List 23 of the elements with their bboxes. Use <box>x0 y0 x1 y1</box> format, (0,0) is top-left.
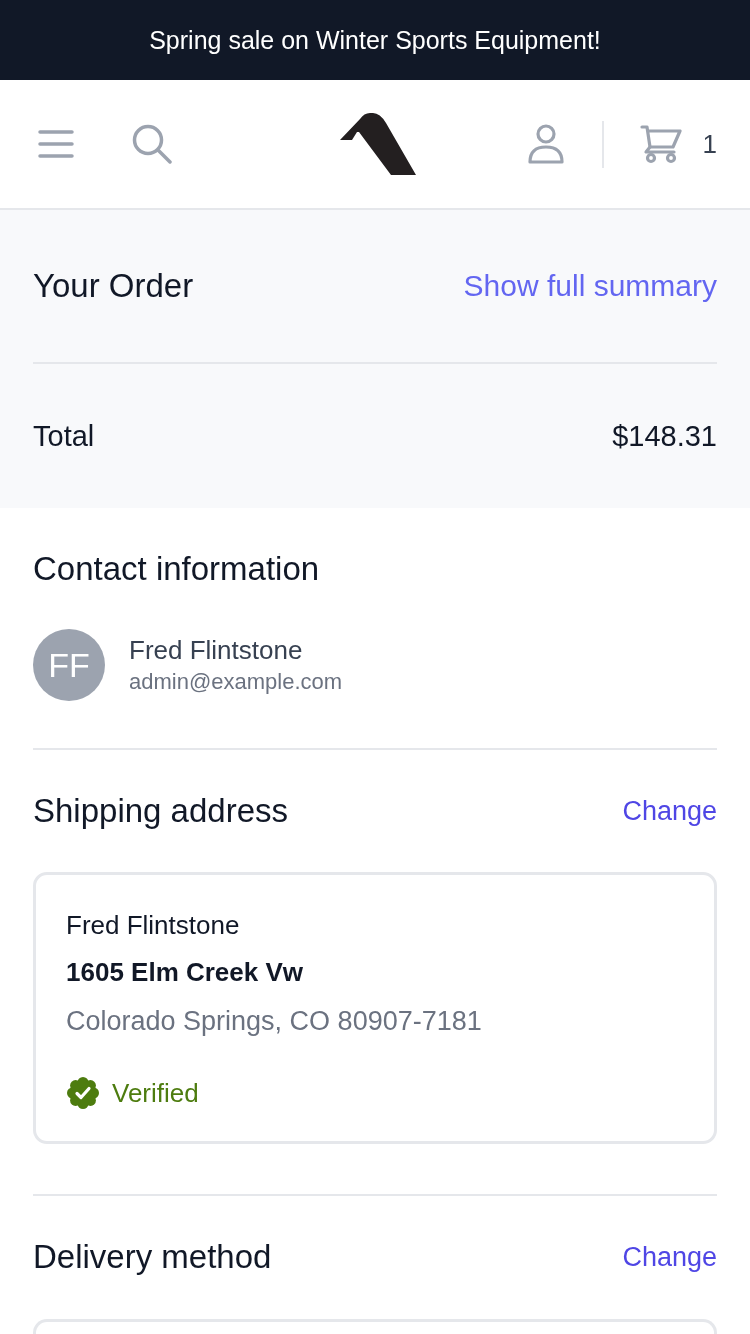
address-street: 1605 Elm Creek Vw <box>66 956 304 989</box>
change-link[interactable]: Change <box>622 1241 717 1273</box>
verified-label: Verified <box>112 1077 199 1109</box>
user-icon[interactable] <box>527 124 564 164</box>
order-title: Your Order <box>33 266 194 306</box>
cart-count: 1 <box>702 128 717 160</box>
contact-name: Fred Flintstone <box>129 634 304 667</box>
search-icon[interactable] <box>132 124 172 164</box>
banner-text: Spring sale on Winter Sports Equipment! <box>149 25 601 55</box>
avatar: FF <box>33 629 105 701</box>
contact-email: admin@example.com <box>129 668 343 696</box>
change-link[interactable]: Change <box>622 795 717 827</box>
total-value: $148.31 <box>612 419 717 453</box>
menu-icon[interactable] <box>38 130 74 158</box>
delivery-title: Delivery method <box>33 1237 272 1277</box>
shipping-title: Shipping address <box>33 791 288 831</box>
cart-icon[interactable] <box>639 124 682 164</box>
contact-title: Contact information <box>33 549 320 589</box>
address-name: Fred Flintstone <box>66 909 240 942</box>
total-label: Total <box>33 419 95 453</box>
address-city: Colorado Springs, CO 80907-7181 <box>66 1005 482 1038</box>
logo[interactable] <box>339 113 416 175</box>
show-summary-link[interactable]: Show full summary <box>463 269 717 303</box>
